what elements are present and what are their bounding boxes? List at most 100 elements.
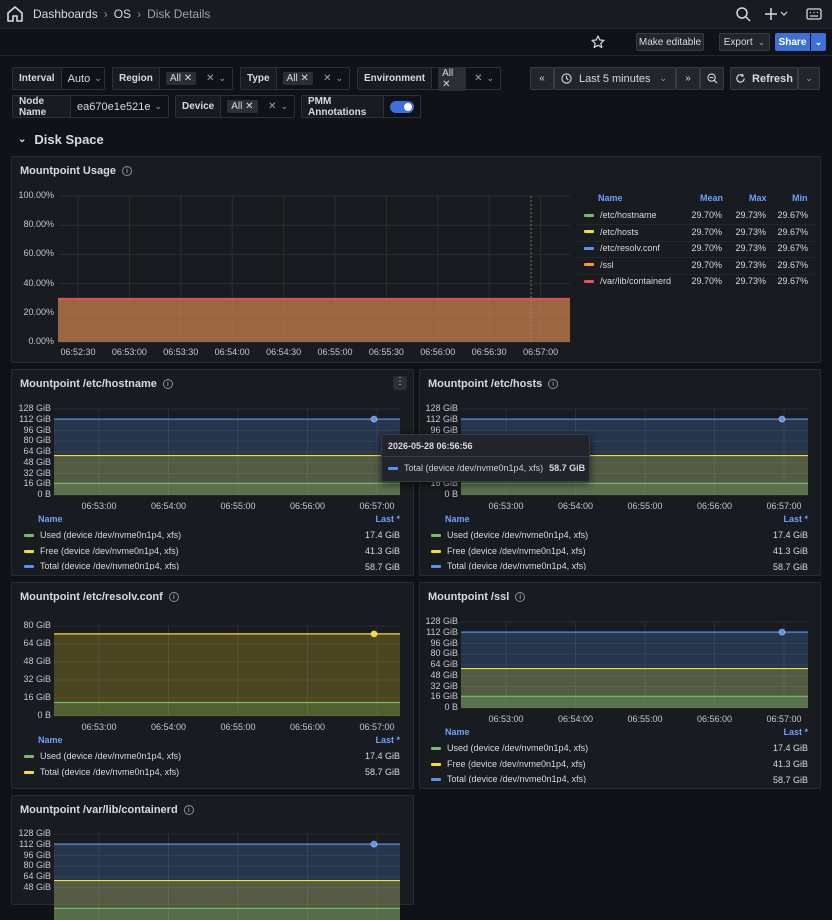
legend-item[interactable]: Used (device /dev/nvme0n1p4, xfs)	[24, 530, 181, 540]
share-button[interactable]: Share	[775, 33, 810, 51]
tooltip-swatch	[388, 466, 398, 470]
x-tick-label: 06:55:00	[627, 501, 663, 511]
make-editable-label: Make editable	[638, 36, 702, 48]
time-range-picker[interactable]: Last 5 minutes ⌄	[554, 67, 676, 90]
legend-mean: 29.70%	[691, 210, 722, 220]
y-tick-label: 40.00%	[23, 277, 54, 288]
y-tick-label: 64 GiB	[23, 638, 51, 648]
clear-icon[interactable]: ✕	[206, 73, 214, 84]
node-name-label: Node Name	[13, 96, 72, 118]
legend-max: 29.73%	[735, 243, 766, 254]
y-tick-label: 100.00%	[18, 190, 54, 200]
pmm-annotations-toggle[interactable]	[390, 100, 414, 113]
home-icon[interactable]	[6, 5, 24, 23]
y-tick-label: 96 GiB	[23, 424, 51, 435]
y-tick-label: 16 GiB	[23, 478, 51, 489]
refresh-interval-button[interactable]: ⌄	[798, 67, 820, 90]
interval-label: Interval	[13, 68, 62, 89]
x-tick-label: 06:56:30	[471, 347, 507, 357]
clear-icon[interactable]: ✕	[268, 101, 276, 112]
region-chip[interactable]: All ✕	[165, 72, 197, 85]
legend-min: 29.67%	[777, 210, 808, 220]
breadcrumb-dashboards[interactable]: Dashboards	[33, 7, 98, 21]
export-button[interactable]: Export ⌄	[719, 33, 770, 51]
node-name-variable[interactable]: Node Name ea670e1e521e ⌄	[12, 95, 169, 118]
legend-header-last[interactable]: Last *	[768, 514, 808, 524]
legend-header-min[interactable]: Min	[792, 193, 808, 203]
info-icon[interactable]: i	[168, 592, 179, 602]
refresh-button[interactable]: Refresh	[730, 67, 798, 90]
environment-chip[interactable]: All ✕	[438, 66, 467, 91]
legend-item[interactable]: Free (device /dev/nvme0n1p4, xfs)	[431, 546, 586, 556]
share-menu-button[interactable]: ⌄	[811, 33, 826, 51]
legend-item[interactable]: Used (device /dev/nvme0n1p4, xfs)	[24, 751, 181, 761]
y-tick-label: 80.00%	[23, 219, 54, 230]
device-variable[interactable]: Device All ✕ ✕ ⌄	[175, 95, 295, 118]
y-tick-label: 16 GiB	[23, 692, 51, 702]
toggle-knob	[404, 102, 412, 111]
search-icon[interactable]	[735, 6, 751, 22]
x-tick-label: 06:57:00	[766, 501, 802, 511]
legend-header-name[interactable]: Name	[598, 193, 623, 203]
breadcrumb-os[interactable]: OS	[114, 7, 131, 21]
legend-last-value: 58.7 GiB	[364, 767, 400, 778]
legend-last-value: 17.4 GiB	[772, 530, 808, 540]
legend-item[interactable]: Total (device /dev/nvme0n1p4, xfs)	[431, 562, 586, 570]
legend-item[interactable]: /etc/resolv.conf	[584, 243, 660, 253]
legend-divider	[578, 224, 814, 225]
legend-header-last[interactable]: Last *	[768, 727, 808, 737]
legend-item[interactable]: Total (device /dev/nvme0n1p4, xfs)	[24, 562, 179, 570]
info-icon[interactable]: i	[548, 379, 559, 389]
disk-space-row-header[interactable]: ⌄ Disk Space	[18, 132, 104, 147]
keyboard-icon[interactable]	[806, 6, 822, 22]
legend-header-name[interactable]: Name	[38, 735, 63, 745]
y-tick-label: 32 GiB	[23, 674, 51, 684]
x-tick-label: 06:55:00	[317, 347, 353, 357]
ssl-chart	[461, 621, 808, 709]
star-icon[interactable]	[591, 35, 605, 49]
legend-header-last[interactable]: Last *	[360, 735, 400, 745]
type-chip[interactable]: All ✕	[282, 72, 313, 85]
environment-variable[interactable]: Environment All ✕ ✕ ⌄	[357, 66, 501, 91]
y-tick-label: 128 GiB	[425, 403, 458, 413]
device-chip[interactable]: All ✕	[227, 100, 258, 113]
used-area	[54, 702, 400, 716]
legend-item[interactable]: /etc/hosts	[584, 227, 639, 237]
legend-swatch	[431, 746, 441, 750]
clear-icon[interactable]: ✕	[474, 73, 482, 84]
make-editable-button[interactable]: Make editable	[636, 33, 704, 51]
region-variable[interactable]: Region All ✕ ✕ ⌄	[112, 67, 233, 90]
clear-icon[interactable]: ✕	[323, 73, 331, 84]
legend-header-name[interactable]: Name	[445, 514, 470, 524]
legend-item[interactable]: /var/lib/containerd	[584, 276, 671, 286]
add-icon[interactable]	[765, 6, 789, 22]
interval-variable[interactable]: Interval Auto ⌄	[12, 67, 105, 90]
legend-item[interactable]: Used (device /dev/nvme0n1p4, xfs)	[431, 530, 588, 540]
info-icon[interactable]: i	[121, 166, 132, 176]
legend-header-last[interactable]: Last *	[360, 514, 400, 524]
legend-header-max[interactable]: Max	[749, 193, 767, 203]
time-forward-button[interactable]: »	[676, 67, 700, 90]
zoom-out-button[interactable]	[700, 67, 724, 90]
panel-menu-button[interactable]: ⋮	[393, 376, 407, 390]
info-icon[interactable]: i	[515, 592, 526, 602]
legend-item[interactable]: Free (device /dev/nvme0n1p4, xfs)	[431, 759, 586, 769]
info-icon[interactable]: i	[162, 379, 173, 389]
legend-item[interactable]: Total (device /dev/nvme0n1p4, xfs)	[431, 775, 586, 783]
legend-header-name[interactable]: Name	[445, 727, 470, 737]
legend-swatch	[584, 230, 594, 234]
panel-title: Mountpoint /etc/hostname i	[20, 378, 173, 390]
legend-header-mean[interactable]: Mean	[700, 193, 723, 203]
legend-item[interactable]: Free (device /dev/nvme0n1p4, xfs)	[24, 546, 179, 556]
hover-point	[370, 415, 378, 423]
legend-item[interactable]: /etc/hostname	[584, 210, 657, 220]
time-back-button[interactable]: «	[530, 67, 554, 90]
legend-item[interactable]: /ssl	[584, 260, 614, 270]
type-variable[interactable]: Type All ✕ ✕ ⌄	[240, 67, 350, 90]
legend-last-value: 17.4 GiB	[772, 743, 808, 753]
legend-swatch	[24, 754, 34, 758]
info-icon[interactable]: i	[183, 805, 194, 815]
legend-header-name[interactable]: Name	[38, 514, 63, 524]
legend-item[interactable]: Used (device /dev/nvme0n1p4, xfs)	[431, 743, 588, 753]
legend-item[interactable]: Total (device /dev/nvme0n1p4, xfs)	[24, 767, 179, 777]
